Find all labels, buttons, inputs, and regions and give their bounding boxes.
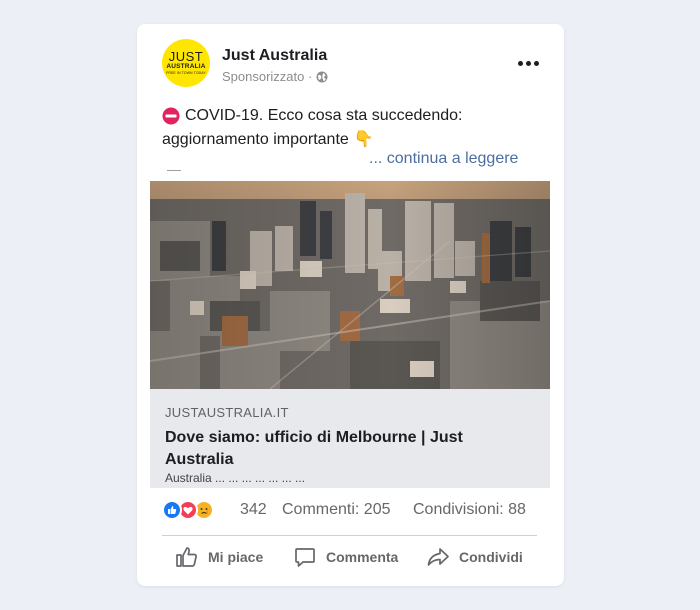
reaction-count[interactable]: 342 bbox=[240, 501, 267, 519]
reaction-icons[interactable] bbox=[162, 500, 214, 520]
link-preview[interactable]: JUSTAUSTRALIA.IT Dove siamo: ufficio di … bbox=[150, 389, 550, 488]
post-text-line2: aggiornamento importante bbox=[162, 131, 349, 148]
text-divider bbox=[167, 170, 181, 171]
like-button-label: Mi piace bbox=[208, 549, 264, 565]
thumbs-up-icon bbox=[176, 547, 197, 567]
share-button-label: Condividi bbox=[459, 549, 523, 565]
share-button[interactable]: Condividi bbox=[426, 542, 523, 572]
avatar-text-line3: FREE IN TOWN TODAY bbox=[166, 70, 206, 75]
shares-count[interactable]: Condivisioni: 88 bbox=[413, 501, 526, 519]
like-button[interactable]: Mi piace bbox=[175, 542, 263, 572]
read-more-link[interactable]: ... continua a leggere bbox=[369, 150, 518, 168]
action-bar: Mi piace Commenta Condividi bbox=[162, 542, 537, 578]
post-text-line1: COVID-19. Ecco cosa sta succedendo: bbox=[185, 107, 463, 124]
actions-divider bbox=[162, 535, 537, 536]
sponsored-label: Sponsorizzato · bbox=[222, 69, 328, 84]
speech-bubble-icon bbox=[295, 548, 315, 567]
reactions-bar: 342 Commenti: 205 Condivisioni: 88 bbox=[162, 500, 542, 522]
pointing-down-emoji: 👇 bbox=[353, 131, 374, 148]
link-title[interactable]: Dove siamo: ufficio di Melbourne | Just … bbox=[165, 427, 515, 471]
link-domain: JUSTAUSTRALIA.IT bbox=[165, 405, 289, 420]
share-arrow-icon bbox=[427, 548, 449, 566]
melbourne-city-photo[interactable] bbox=[150, 181, 550, 389]
more-options-icon[interactable] bbox=[515, 53, 541, 73]
comment-button[interactable]: Commenta bbox=[293, 542, 398, 572]
avatar-text-line1: JUST bbox=[168, 48, 204, 64]
comment-button-label: Commenta bbox=[326, 549, 399, 565]
page-avatar[interactable]: JUST AUSTRALIA FREE IN TOWN TODAY bbox=[162, 39, 210, 87]
globe-icon bbox=[316, 71, 328, 82]
sponsored-text: Sponsorizzato · bbox=[222, 69, 313, 84]
like-reaction-icon bbox=[162, 500, 182, 520]
page-name[interactable]: Just Australia bbox=[222, 47, 327, 65]
comments-count[interactable]: Commenti: 205 bbox=[282, 501, 391, 519]
sponsored-post-card: JUST AUSTRALIA FREE IN TOWN TODAY Just A… bbox=[137, 24, 564, 586]
no-entry-icon bbox=[162, 107, 180, 125]
post-text: COVID-19. Ecco cosa sta succedendo: aggi… bbox=[162, 104, 542, 152]
avatar-text-line2: AUSTRALIA bbox=[166, 62, 206, 70]
post-header: JUST AUSTRALIA FREE IN TOWN TODAY Just A… bbox=[162, 39, 542, 89]
link-description: Australia ... ... ... ... ... ... ... bbox=[165, 471, 306, 485]
